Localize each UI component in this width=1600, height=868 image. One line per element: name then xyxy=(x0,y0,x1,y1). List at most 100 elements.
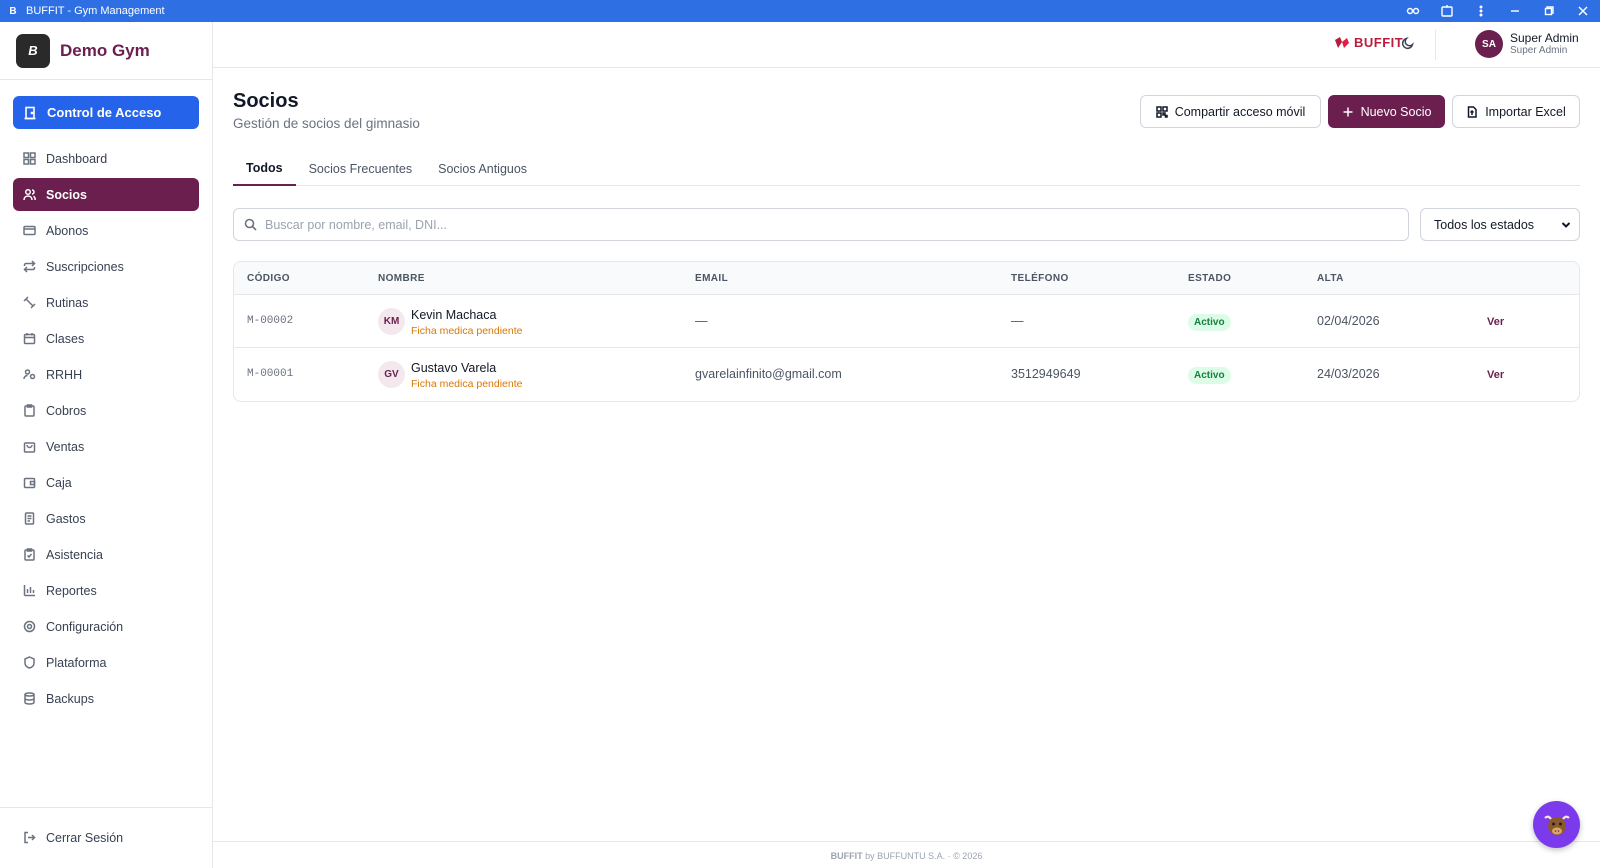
status-badge: Activo xyxy=(1188,367,1231,384)
tab-socios-antiguos[interactable]: Socios Antiguos xyxy=(425,152,540,186)
sidebar-item-rutinas[interactable]: Rutinas xyxy=(13,286,199,319)
access-control-button[interactable]: Control de Acceso xyxy=(13,96,199,129)
file-upload-icon xyxy=(1467,105,1477,118)
member-email: — xyxy=(695,314,708,328)
table-row[interactable]: M-00001 GV Gustavo Varela Ficha medica p… xyxy=(234,348,1579,401)
close-icon[interactable] xyxy=(1566,0,1600,22)
member-signup-date: 02/04/2026 xyxy=(1317,314,1380,328)
sidebar-item-cobros[interactable]: Cobros xyxy=(13,394,199,427)
sidebar-item-clases[interactable]: Clases xyxy=(13,322,199,355)
sidebar: B Demo Gym Control de Acceso Dashboard S… xyxy=(0,22,213,868)
sidebar-item-plataforma[interactable]: Plataforma xyxy=(13,646,199,679)
theme-toggle-moon-icon[interactable] xyxy=(1401,36,1415,55)
column-header-email: EMAIL xyxy=(695,273,729,284)
page-footer: BUFFIT by BUFFUNTU S.A. · © 2026 xyxy=(213,841,1600,868)
member-name: Gustavo Varela xyxy=(411,361,497,375)
sidebar-item-label: Socios xyxy=(46,187,87,202)
new-member-label: Nuevo Socio xyxy=(1360,104,1432,119)
footer-text: by BUFFUNTU S.A. · © 2026 xyxy=(865,851,983,861)
card-icon xyxy=(23,225,36,236)
table-row[interactable]: M-00002 KM Kevin Machaca Ficha medica pe… xyxy=(234,295,1579,348)
view-member-link[interactable]: Ver xyxy=(1487,369,1504,381)
app-icon: B xyxy=(9,5,17,17)
avatar[interactable]: SA xyxy=(1475,30,1503,58)
sidebar-item-rrhh[interactable]: RRHH xyxy=(13,358,199,391)
sidebar-nav: Dashboard Socios Abonos Suscripciones Ru… xyxy=(13,142,199,718)
gear-icon xyxy=(23,620,36,633)
member-avatar: KM xyxy=(378,308,405,335)
header-divider xyxy=(1435,30,1436,60)
sidebar-item-configuracion[interactable]: Configuración xyxy=(13,610,199,643)
status-badge: Activo xyxy=(1188,314,1231,331)
user-role: Super Admin xyxy=(1510,45,1568,56)
clipboard-check-icon xyxy=(24,548,35,561)
tab-socios-frecuentes[interactable]: Socios Frecuentes xyxy=(296,152,426,186)
medical-record-warning: Ficha medica pendiente xyxy=(411,378,523,390)
sidebar-item-label: Cobros xyxy=(46,403,87,418)
member-code: M-00001 xyxy=(247,368,294,380)
logout-button[interactable]: Cerrar Sesión xyxy=(13,821,199,854)
buffit-logo-text: BUFFIT xyxy=(1354,35,1404,50)
share-mobile-access-label: Compartir acceso móvil xyxy=(1174,104,1306,119)
sidebar-item-label: Clases xyxy=(46,331,85,346)
sidebar-item-label: Rutinas xyxy=(46,295,89,310)
sidebar-item-backups[interactable]: Backups xyxy=(13,682,199,715)
sidebar-item-label: Dashboard xyxy=(46,151,108,166)
sidebar-item-reportes[interactable]: Reportes xyxy=(13,574,199,607)
sidebar-item-abonos[interactable]: Abonos xyxy=(13,214,199,247)
minimize-icon[interactable] xyxy=(1498,0,1532,22)
plus-icon xyxy=(1343,107,1353,116)
receipt-icon xyxy=(24,512,35,525)
window-titlebar: B BUFFIT - Gym Management xyxy=(0,0,1600,22)
import-excel-button[interactable]: Importar Excel xyxy=(1452,95,1580,128)
sidebar-item-asistencia[interactable]: Asistencia xyxy=(13,538,199,571)
wallet-icon xyxy=(23,477,36,489)
sidebar-item-label: Backups xyxy=(46,691,94,706)
member-avatar: GV xyxy=(378,361,405,388)
shield-icon xyxy=(24,656,35,669)
new-member-button[interactable]: Nuevo Socio xyxy=(1328,95,1445,128)
search-icon xyxy=(244,218,257,231)
member-email: gvarelainfinito@gmail.com xyxy=(695,367,842,381)
logout-section: Cerrar Sesión xyxy=(0,807,213,868)
bag-icon xyxy=(23,442,36,453)
sidebar-item-dashboard[interactable]: Dashboard xyxy=(13,142,199,175)
status-filter-select[interactable]: Todos los estados xyxy=(1420,208,1580,241)
members-table: CÓDIGO NOMBRE EMAIL TELÉFONO ESTADO ALTA… xyxy=(233,261,1580,402)
restore-icon[interactable] xyxy=(1532,0,1566,22)
window-title: BUFFIT - Gym Management xyxy=(26,5,165,17)
sidebar-item-label: Suscripciones xyxy=(46,259,124,274)
search-input[interactable] xyxy=(265,217,1365,232)
page-subtitle: Gestión de socios del gimnasio xyxy=(233,116,420,131)
member-phone: — xyxy=(1011,314,1024,328)
sidebar-item-suscripciones[interactable]: Suscripciones xyxy=(13,250,199,283)
buffit-mark-icon xyxy=(1335,36,1349,48)
dashboard-icon xyxy=(23,152,36,165)
users-icon xyxy=(23,188,36,201)
sidebar-item-label: Abonos xyxy=(46,223,89,238)
share-mobile-access-button[interactable]: Compartir acceso móvil xyxy=(1140,95,1321,128)
door-icon xyxy=(24,106,36,119)
view-member-link[interactable]: Ver xyxy=(1487,316,1504,328)
key-icon[interactable] xyxy=(1396,0,1430,22)
member-signup-date: 24/03/2026 xyxy=(1317,367,1380,381)
sidebar-item-ventas[interactable]: Ventas xyxy=(13,430,199,463)
page-title: Socios xyxy=(233,90,299,112)
tab-todos[interactable]: Todos xyxy=(233,152,296,186)
clipboard-icon xyxy=(24,404,35,417)
sidebar-item-label: Gastos xyxy=(46,511,86,526)
sidebar-item-socios[interactable]: Socios xyxy=(13,178,199,211)
footer-brand: BUFFIT xyxy=(830,851,863,861)
assistant-mascot-button[interactable] xyxy=(1533,801,1580,848)
buffit-logo: BUFFIT xyxy=(1334,35,1403,50)
sidebar-item-gastos[interactable]: Gastos xyxy=(13,502,199,535)
extensions-icon[interactable] xyxy=(1430,0,1464,22)
more-vertical-icon[interactable] xyxy=(1464,0,1498,22)
column-header-name: NOMBRE xyxy=(378,273,425,284)
brand: B Demo Gym xyxy=(0,22,212,80)
sidebar-item-label: Caja xyxy=(46,475,72,490)
member-phone: 3512949649 xyxy=(1011,367,1081,381)
sidebar-item-caja[interactable]: Caja xyxy=(13,466,199,499)
column-header-status: ESTADO xyxy=(1188,273,1232,284)
bull-mascot-icon xyxy=(1543,815,1570,835)
